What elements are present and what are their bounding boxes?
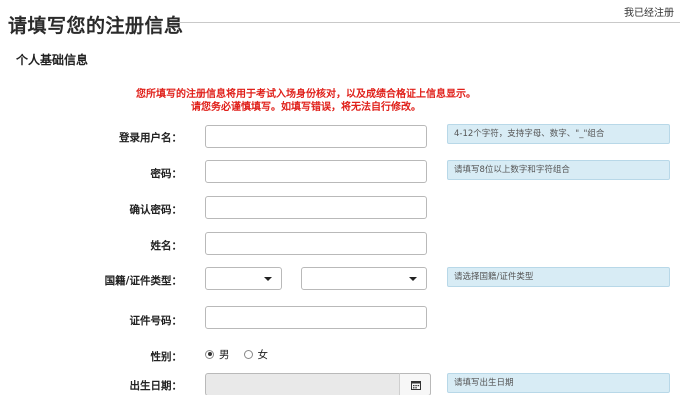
name-label: 姓名： (150, 240, 183, 252)
nationality-id-type-hint: 请选择国籍/证件类型 (447, 267, 670, 287)
nationality-select[interactable] (205, 267, 282, 290)
section-title: 个人基础信息 (16, 53, 89, 67)
notice-line-2: 请您务必谨慎填写。如填写错误，将无法自行修改。 (191, 102, 421, 113)
gender-male-label[interactable]: 男 (219, 347, 230, 362)
nationality-id-type-label: 国籍/证件类型： (104, 275, 182, 287)
password-input[interactable] (205, 160, 427, 183)
username-hint: 4-12个字符，支持字母、数字、"_"组合 (447, 124, 670, 144)
birth-date-label: 出生日期： (129, 380, 183, 392)
gender-female-radio[interactable] (243, 349, 253, 359)
page-title: 请填写您的注册信息 (8, 15, 184, 37)
gender-male-radio[interactable] (205, 349, 214, 359)
username-input[interactable] (205, 125, 427, 148)
gender-female-label[interactable]: 女 (258, 347, 269, 362)
birth-date-hint: 请填写出生日期 (447, 373, 670, 393)
id-type-select[interactable] (301, 267, 427, 290)
gender-radio-group: 男 女 (205, 347, 282, 361)
id-number-input[interactable] (205, 306, 427, 329)
title-divider (172, 22, 680, 23)
already-registered-link[interactable]: 我已经注册 (624, 4, 674, 19)
calendar-icon (411, 381, 421, 390)
birth-date-input[interactable] (205, 373, 431, 395)
name-input[interactable] (205, 232, 427, 255)
confirm-password-input[interactable] (205, 196, 427, 219)
gender-label: 性别： (150, 351, 183, 363)
confirm-password-label: 确认密码： (129, 204, 183, 216)
password-hint: 请填写8位以上数字和字符组合 (447, 160, 670, 180)
username-label: 登录用户名： (119, 132, 182, 144)
password-label: 密码： (150, 168, 183, 180)
id-number-label: 证件号码： (129, 315, 183, 327)
caret-down-icon (264, 277, 272, 281)
caret-down-icon (409, 277, 417, 281)
calendar-button[interactable] (399, 373, 431, 395)
